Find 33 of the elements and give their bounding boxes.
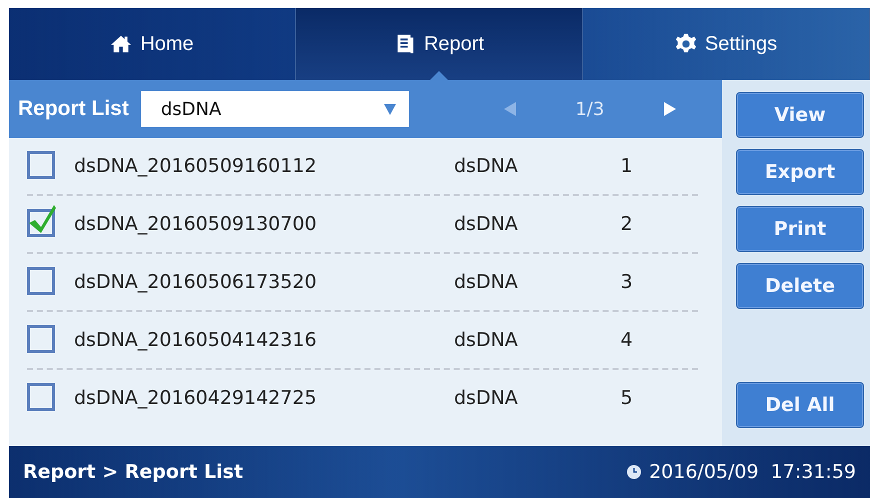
report-type: dsDNA	[454, 155, 519, 177]
report-type: dsDNA	[454, 387, 519, 409]
report-number: 3	[619, 271, 634, 293]
report-number: 4	[619, 329, 634, 351]
previous-page-icon[interactable]	[502, 101, 517, 117]
action-button[interactable]: Export	[736, 149, 864, 195]
report-type: dsDNA	[454, 329, 519, 351]
report-number: 2	[619, 213, 634, 235]
checkbox[interactable]	[27, 204, 57, 238]
list-title: Report List	[18, 97, 129, 121]
report-name: dsDNA_20160504142316	[74, 329, 318, 351]
dropdown-arrow-icon	[382, 102, 397, 116]
settings-icon	[674, 33, 697, 55]
report-number: 1	[619, 155, 634, 177]
filter-dropdown[interactable]: dsDNA	[140, 91, 409, 127]
report-name: dsDNA_20160509160112	[74, 155, 318, 177]
breadcrumb: Report > Report List	[23, 461, 244, 483]
action-button[interactable]: View	[736, 92, 864, 138]
action-button[interactable]: Del All	[736, 382, 864, 428]
tab[interactable]: Report	[296, 8, 583, 80]
action-button[interactable]: Print	[736, 206, 864, 252]
action-button[interactable]: Delete	[736, 263, 864, 309]
report-name: dsDNA_20160509130700	[74, 213, 318, 235]
report-name: dsDNA_20160429142725	[74, 387, 318, 409]
report-name: dsDNA_20160506173520	[74, 271, 318, 293]
next-page-icon[interactable]	[662, 101, 677, 117]
page-indicator: 1/3	[574, 98, 606, 120]
report-type: dsDNA	[454, 213, 519, 235]
report-number: 5	[619, 387, 634, 409]
date-time: 2016/05/09 17:31:59	[649, 461, 856, 483]
clock-icon	[627, 465, 642, 479]
report-type: dsDNA	[454, 271, 519, 293]
home-icon	[110, 33, 132, 55]
